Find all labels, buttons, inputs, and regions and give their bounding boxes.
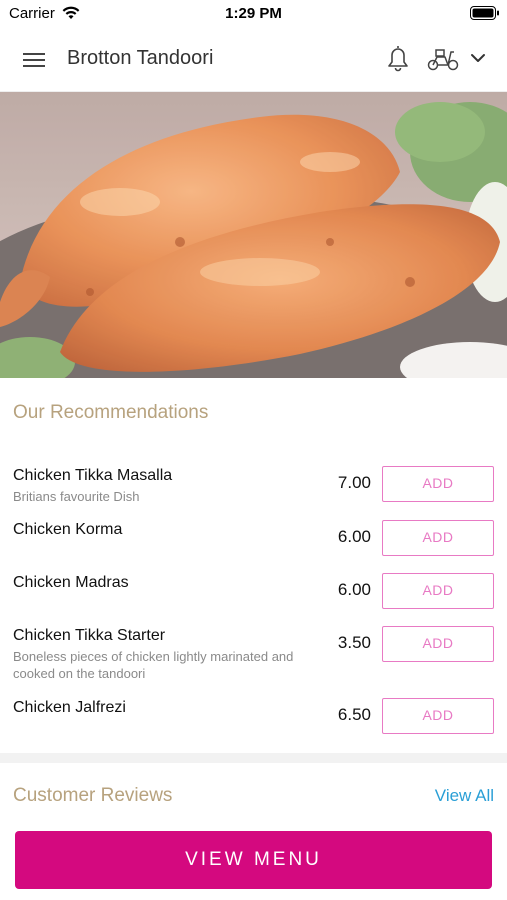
scooter-icon[interactable] bbox=[427, 46, 459, 72]
chevron-down-icon[interactable] bbox=[470, 51, 486, 65]
add-button[interactable]: ADD bbox=[382, 466, 494, 502]
menu-item-price: 7.00 bbox=[337, 473, 371, 492]
battery-icon bbox=[470, 6, 499, 20]
hamburger-menu-icon[interactable] bbox=[22, 50, 46, 70]
recommendations-section: Our Recommendations Chicken Tikka Masall… bbox=[0, 378, 507, 753]
menu-item-price: 3.50 bbox=[337, 633, 371, 652]
menu-item-name: Chicken Madras bbox=[13, 574, 129, 591]
section-divider bbox=[0, 753, 507, 763]
page-title: Brotton Tandoori bbox=[67, 47, 214, 69]
menu-item-description: Boneless pieces of chicken lightly marin… bbox=[13, 649, 294, 681]
menu-item-name: Chicken Jalfrezi bbox=[13, 699, 126, 716]
customer-reviews-title: Customer Reviews bbox=[13, 785, 173, 806]
menu-item-price: 6.00 bbox=[337, 580, 371, 599]
menu-item: Chicken Korma 6.00 ADD bbox=[0, 520, 507, 560]
menu-item-name: Chicken Korma bbox=[13, 521, 123, 538]
add-button[interactable]: ADD bbox=[382, 698, 494, 734]
menu-item-description: Britians favourite Dish bbox=[13, 489, 140, 504]
menu-item: Chicken Jalfrezi 6.50 ADD bbox=[0, 698, 507, 738]
menu-item: Chicken Tikka Starter Boneless pieces of… bbox=[0, 626, 507, 688]
view-menu-button[interactable]: VIEW MENU bbox=[15, 831, 492, 889]
recommendations-title: Our Recommendations bbox=[13, 402, 209, 423]
app-header: Brotton Tandoori bbox=[0, 28, 507, 92]
menu-item-price: 6.50 bbox=[337, 705, 371, 724]
menu-item: Chicken Tikka Masalla Britians favourite… bbox=[0, 466, 507, 516]
add-button[interactable]: ADD bbox=[382, 573, 494, 609]
hero-food-image bbox=[0, 92, 507, 378]
menu-item: Chicken Madras 6.00 ADD bbox=[0, 573, 507, 613]
menu-item-name: Chicken Tikka Masalla bbox=[13, 467, 173, 484]
bell-icon[interactable] bbox=[386, 44, 410, 72]
add-button[interactable]: ADD bbox=[382, 520, 494, 556]
menu-item-name: Chicken Tikka Starter bbox=[13, 627, 166, 644]
status-bar: Carrier 1:29 PM bbox=[0, 0, 507, 28]
view-all-link[interactable]: View All bbox=[435, 786, 494, 806]
status-time: 1:29 PM bbox=[225, 5, 282, 22]
menu-item-price: 6.00 bbox=[337, 527, 371, 546]
add-button[interactable]: ADD bbox=[382, 626, 494, 662]
